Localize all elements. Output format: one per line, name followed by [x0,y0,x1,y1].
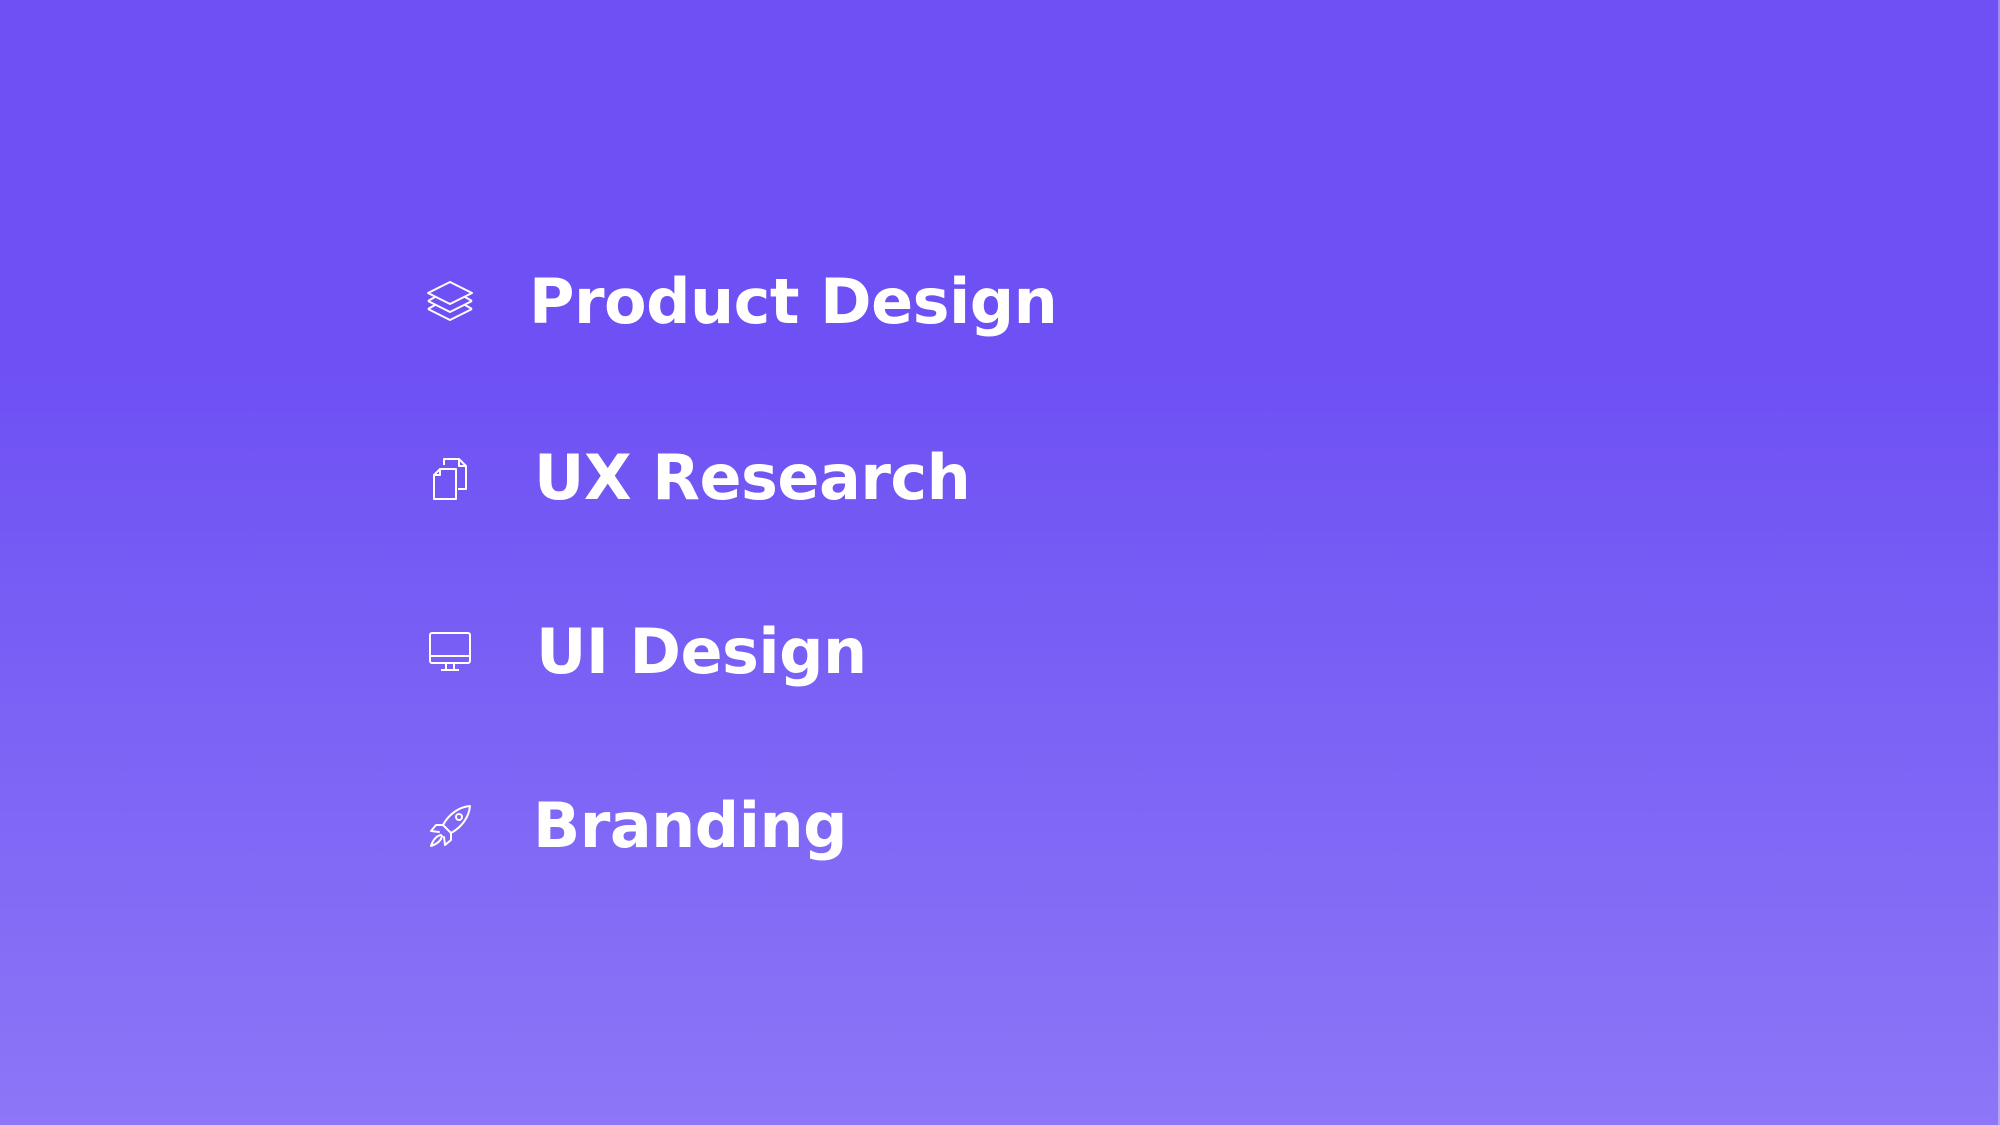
service-label: UI Design [536,615,867,688]
service-label: UX Research [534,441,971,514]
service-item-ux-research[interactable]: UX Research [425,438,971,518]
rocket-icon [425,801,475,851]
service-item-ui-design[interactable]: UI Design [425,612,867,692]
service-label: Branding [533,789,847,862]
monitor-icon [425,627,475,677]
service-item-branding[interactable]: Branding [425,786,847,866]
documents-icon [425,453,475,503]
service-label: Product Design [529,265,1058,338]
layers-icon [425,277,475,327]
service-item-product-design[interactable]: Product Design [425,262,1058,342]
services-list: Product Design UX Research UI Design Bra… [0,0,2000,1125]
